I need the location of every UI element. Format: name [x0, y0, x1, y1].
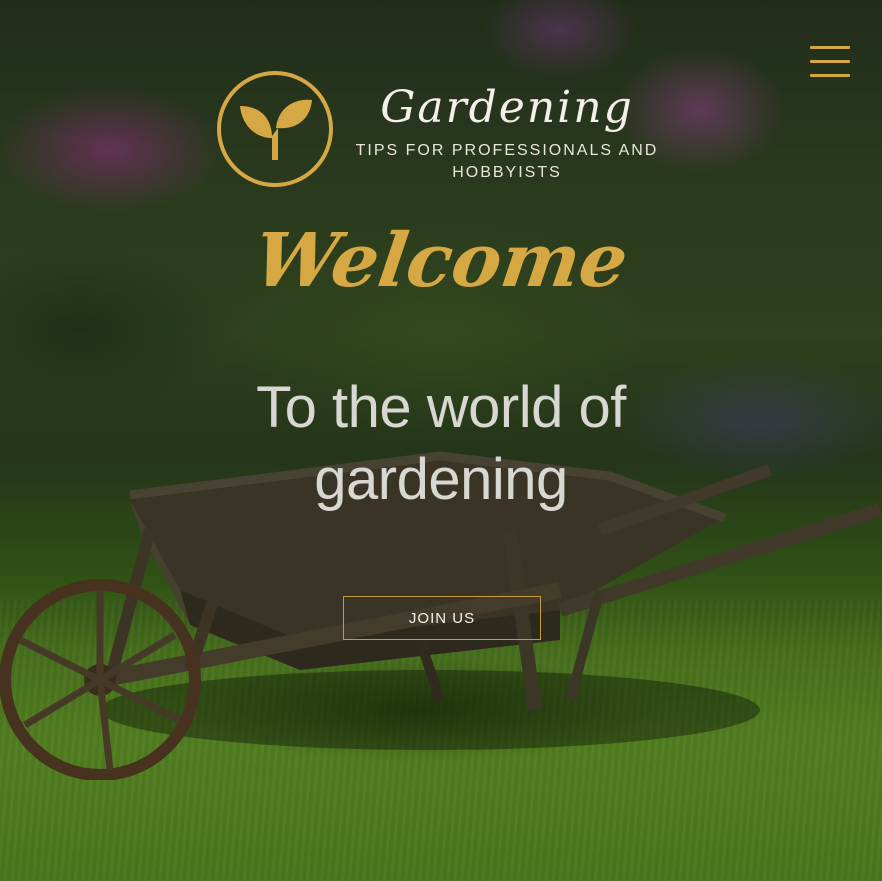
hero-subtitle: To the world of gardening — [256, 375, 626, 512]
hero-section: Gardening TIPS FOR PROFESSIONALS AND HOB… — [0, 0, 882, 881]
brand-name[interactable]: Gardening — [352, 76, 662, 140]
brand-tagline: TIPS FOR PROFESSIONALS AND HOBBYISTS — [355, 142, 659, 181]
menu-bar — [810, 60, 850, 63]
join-us-button[interactable]: JOIN US — [343, 596, 541, 640]
menu-bar — [810, 74, 850, 77]
hamburger-menu-icon[interactable] — [810, 44, 852, 80]
menu-bar — [810, 46, 850, 49]
sprout-icon[interactable] — [216, 70, 334, 188]
welcome-heading: Welcome — [248, 218, 634, 304]
